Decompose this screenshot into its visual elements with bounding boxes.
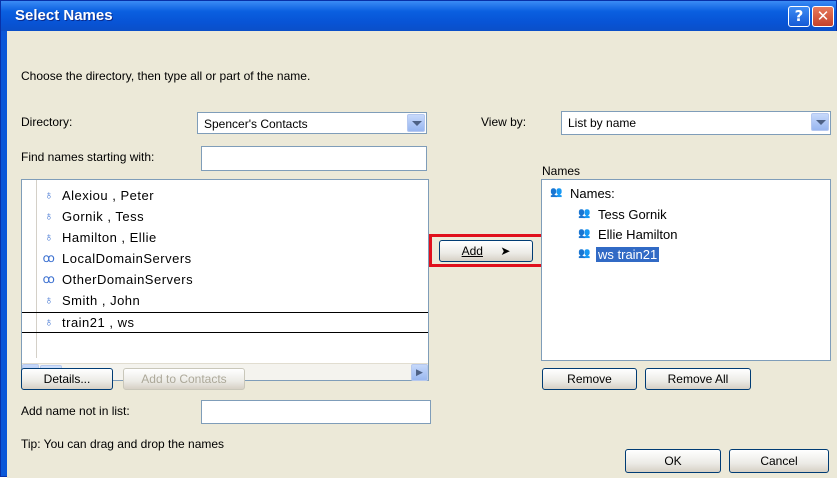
list-item[interactable]: ♁ Hamilton , Ellie [22,228,428,249]
details-button[interactable]: Details... [21,368,113,390]
names-panel-label: Names [542,164,581,178]
instruction-text: Choose the directory, then type all or p… [21,69,311,83]
tip-text: Tip: You can drag and drop the names [21,437,225,451]
person-icon: ♁ [44,209,54,223]
list-item-focused[interactable]: ♁ train21 , ws [22,312,428,333]
remove-all-button[interactable]: Remove All [645,368,751,390]
person-icon: ♁ [44,230,54,244]
directory-label: Directory: [21,115,73,129]
group-icon: ꝏ [42,272,56,286]
view-by-value: List by name [568,116,637,130]
people-icon: 👥 [578,208,591,219]
people-icon: 👥 [550,187,563,198]
add-name-input[interactable] [201,400,431,424]
view-by-label: View by: [481,115,527,129]
person-icon: ♁ [44,315,54,329]
dialog-title: Select Names [15,7,113,24]
add-to-contacts-button[interactable]: Add to Contacts [123,368,245,390]
remove-button[interactable]: Remove [542,368,637,390]
group-icon: ꝏ [42,251,56,265]
names-panel[interactable]: 👥 Names: 👥 Tess Gornik 👥 Ellie Hamilton … [541,179,831,361]
title-bar[interactable]: Select Names ? ✕ [1,1,836,31]
people-icon: 👥 [578,248,591,259]
chevron-down-icon[interactable] [407,114,425,132]
find-names-label: Find names starting with: [21,150,155,164]
add-name-not-in-list-label: Add name not in list: [21,404,130,418]
view-by-dropdown[interactable]: List by name [561,111,831,135]
list-item[interactable]: ♁ Alexiou , Peter [22,186,428,207]
help-button[interactable]: ? [788,6,810,27]
ok-button[interactable]: OK [625,449,721,473]
directory-dropdown[interactable]: Spencer's Contacts [197,112,427,134]
cancel-button[interactable]: Cancel [729,449,829,473]
list-item[interactable]: ♁ Gornik , Tess [22,207,428,228]
list-item[interactable]: ♁ Smith , John [22,291,428,312]
list-item[interactable]: ꝏ OtherDomainServers [22,270,428,291]
dialog-body: Choose the directory, then type all or p… [7,31,837,478]
list-item[interactable]: ꝏ LocalDomainServers [22,249,428,270]
select-names-dialog: Select Names ? ✕ Choose the directory, t… [0,0,837,478]
people-icon: 👥 [578,228,591,239]
close-button[interactable]: ✕ [812,6,834,27]
person-icon: ♁ [44,188,54,202]
person-icon: ♁ [44,293,54,307]
find-names-input[interactable] [201,146,427,171]
highlight-box [429,234,544,267]
contacts-list[interactable]: ♁ Alexiou , Peter ♁ Gornik , Tess ♁ Hami… [21,179,429,381]
chevron-down-icon[interactable] [811,113,829,131]
directory-value: Spencer's Contacts [204,117,308,131]
scroll-right-icon[interactable]: ▶ [411,364,428,381]
